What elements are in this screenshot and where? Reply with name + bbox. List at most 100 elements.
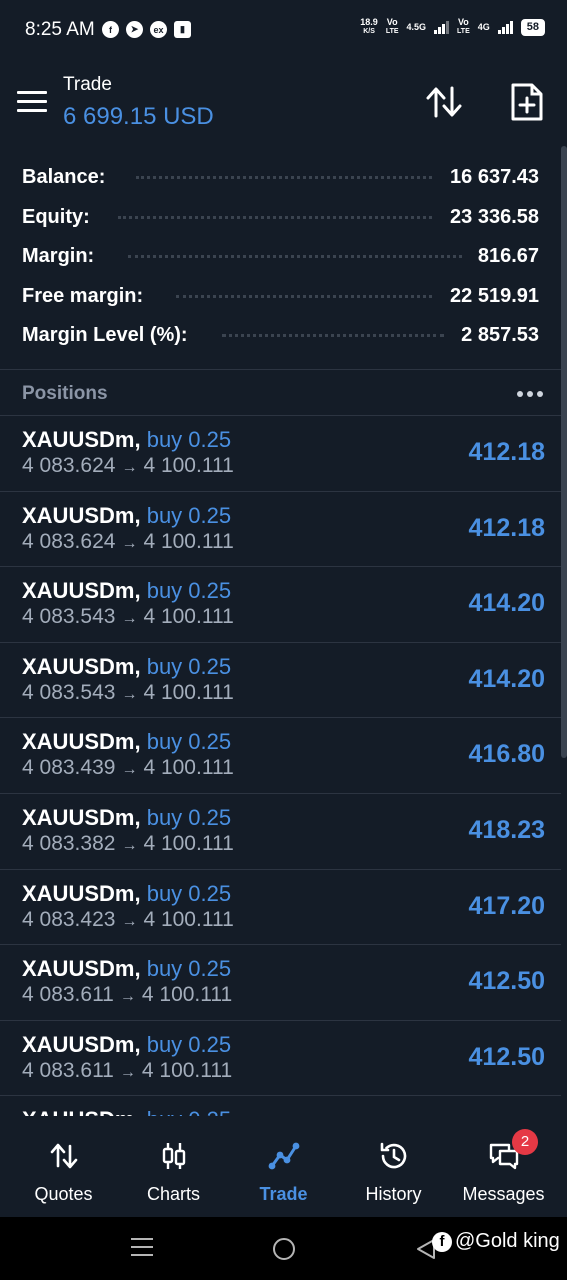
position-symbol: XAUUSDm, [22, 1031, 141, 1057]
watermark-text: @Gold king [455, 1230, 560, 1252]
chart-app-icon: ▮ [174, 21, 191, 38]
position-row[interactable]: XAUUSDm, buy 0.25 4 083.439 → 4 100.111 41… [0, 718, 561, 794]
telegram-icon: ➤ [126, 21, 143, 38]
battery-icon: 58 [520, 18, 545, 36]
status-indicators: 18.9 K/S Vo LTE 4.5G Vo LTE 4G 58 [360, 18, 545, 36]
position-side: buy 0.25 [146, 880, 232, 906]
position-profit: 412.50 [468, 967, 545, 996]
position-side: buy 0.25 [146, 578, 232, 604]
summary-value: 816.67 [477, 245, 539, 268]
arrow-right-icon: → [121, 912, 138, 930]
summary-row-margin: Margin: 816.67 [0, 237, 561, 277]
summary-label: Balance: [22, 166, 106, 189]
network-type-1: 4.5G [406, 21, 427, 32]
nav-trade[interactable]: Trade [227, 1120, 340, 1217]
nav-quotes[interactable]: Quotes [7, 1120, 120, 1217]
network-speed: 18.9 K/S [360, 18, 378, 36]
position-row[interactable]: XAUUSDm, buy 0.25 4 083.382 → 4 100.111 41… [0, 794, 561, 870]
summary-row-free-margin: Free margin: 22 519.91 [0, 277, 561, 317]
volte-indicator-2: Vo LTE [457, 18, 470, 36]
position-profit: 418.23 [468, 815, 545, 844]
position-side: buy 0.25 [147, 1107, 231, 1116]
home-icon[interactable] [273, 1238, 295, 1260]
recents-icon[interactable] [131, 1238, 153, 1262]
nav-history[interactable]: History [337, 1120, 450, 1217]
position-row[interactable]: XAUUSDm, buy 0.25 [0, 1096, 561, 1116]
arrow-right-icon: → [121, 459, 138, 476]
notification-icons: f ➤ ex ▮ [102, 21, 191, 38]
messages-badge: 2 [512, 1129, 538, 1155]
nav-label: Trade [259, 1184, 308, 1204]
position-symbol: XAUUSDm, [22, 729, 141, 755]
position-row[interactable]: XAUUSDm, buy 0.25 4 083.624 → 4 100.111 41… [0, 416, 561, 492]
summary-label: Equity: [22, 205, 90, 228]
position-symbol: XAUUSDm, [22, 1107, 141, 1116]
status-bar: 8:25 AM f ➤ ex ▮ 18.9 K/S Vo LTE 4.5G Vo… [0, 0, 567, 60]
sort-icon[interactable] [424, 82, 464, 122]
nav-label: History [365, 1184, 422, 1204]
volte-top: Vo [457, 17, 469, 27]
summary-row-margin-level: Margin Level (%): 2 857.53 [0, 316, 561, 356]
exness-icon: ex [150, 21, 167, 38]
position-row[interactable]: XAUUSDm, buy 0.25 4 083.543 → 4 100.111 41… [0, 567, 561, 643]
summary-label: Free margin: [22, 284, 144, 307]
arrow-right-icon: → [119, 988, 136, 1006]
position-profit: 416.80 [468, 740, 545, 769]
position-profit: 417.20 [468, 891, 545, 920]
history-icon [380, 1142, 406, 1169]
current-price: 4 100.111 [143, 831, 234, 855]
position-row[interactable]: XAUUSDm, buy 0.25 4 083.611 → 4 100.111 41… [0, 1021, 561, 1097]
arrow-right-icon: → [119, 1063, 136, 1081]
current-price: 4 100.111 [143, 605, 234, 629]
current-price: 4 100.111 [143, 680, 234, 704]
charts-icon [162, 1143, 185, 1169]
arrow-right-icon: → [121, 685, 138, 703]
position-side: buy 0.25 [146, 653, 232, 679]
position-row[interactable]: XAUUSDm, buy 0.25 4 083.624 → 4 100.111 41… [0, 492, 561, 568]
position-side: buy 0.25 [146, 804, 232, 830]
scrollbar[interactable] [561, 146, 567, 758]
nav-label: Charts [146, 1184, 200, 1204]
position-row[interactable]: XAUUSDm, buy 0.25 4 083.543 → 4 100.111 41… [0, 643, 561, 719]
current-price: 4 100.111 [143, 454, 234, 477]
summary-row-balance: Balance: 16 637.43 [0, 158, 561, 198]
facebook-icon: f [432, 1231, 452, 1252]
open-price: 4 083.543 [22, 680, 116, 704]
current-price: 4 100.111 [141, 983, 233, 1007]
position-row[interactable]: XAUUSDm, buy 0.25 4 083.611 → 4 100.111 41… [0, 945, 561, 1021]
position-side: buy 0.25 [146, 729, 232, 755]
summary-row-equity: Equity: 23 336.58 [0, 198, 561, 238]
nav-charts[interactable]: Charts [117, 1120, 230, 1217]
summary-value: 22 519.91 [450, 284, 539, 307]
position-symbol: XAUUSDm, [22, 502, 141, 528]
trade-icon [268, 1142, 299, 1170]
positions-title: Positions [22, 383, 108, 404]
nav-messages[interactable]: Messages [447, 1120, 560, 1217]
open-price: 4 083.624 [22, 529, 116, 553]
dot-leader [222, 334, 444, 338]
open-price: 4 083.624 [22, 454, 116, 477]
positions-header: Positions [0, 370, 561, 416]
position-profit: 414.20 [468, 589, 545, 618]
position-symbol: XAUUSDm, [22, 804, 141, 830]
summary-label: Margin Level (%): [22, 324, 188, 347]
bottom-navigation: Quotes Charts Trade History Messages [0, 1120, 567, 1217]
new-order-icon[interactable] [508, 82, 546, 122]
position-symbol: XAUUSDm, [22, 880, 141, 906]
account-balance-display: 6 699.15 USD [63, 103, 214, 130]
position-symbol: XAUUSDm, [22, 653, 141, 679]
arrow-right-icon: → [121, 836, 138, 854]
arrow-right-icon: → [121, 761, 138, 779]
dot-leader [118, 215, 432, 219]
more-options-icon[interactable] [517, 391, 543, 397]
current-price: 4 100.111 [143, 756, 234, 780]
menu-icon[interactable] [17, 91, 47, 113]
signal-icon [434, 20, 450, 34]
position-row[interactable]: XAUUSDm, buy 0.25 4 083.423 → 4 100.111 41… [0, 870, 561, 946]
position-symbol: XAUUSDm, [22, 578, 141, 604]
dot-leader [136, 176, 432, 180]
summary-value: 16 637.43 [450, 166, 539, 189]
volte-bottom: LTE [385, 28, 399, 35]
open-price: 4 083.382 [22, 831, 116, 855]
app-header: Trade 6 699.15 USD [0, 60, 567, 144]
